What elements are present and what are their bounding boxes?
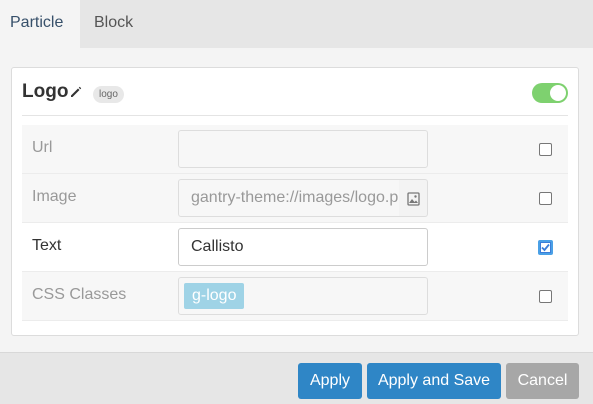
url-label: Url xyxy=(32,139,53,156)
row-css-classes: CSS Classes g-logo xyxy=(22,272,568,321)
text-label: Text xyxy=(32,237,62,254)
text-input[interactable]: Callisto xyxy=(178,228,428,266)
card-badge: logo xyxy=(93,86,124,103)
card-header: Logo logo xyxy=(12,68,578,115)
image-input[interactable]: gantry-theme://images/logo.png xyxy=(178,179,400,217)
apply-button[interactable]: Apply xyxy=(298,363,362,399)
text-checkbox[interactable] xyxy=(538,240,553,255)
header-divider xyxy=(22,115,568,116)
cancel-button[interactable]: Cancel xyxy=(506,363,579,399)
apply-and-save-button[interactable]: Apply and Save xyxy=(367,363,501,399)
checkmark-icon xyxy=(541,243,550,252)
particle-card: Logo logo Url Image gantry-theme://image… xyxy=(11,67,579,336)
footer-bar: Apply Apply and Save Cancel xyxy=(0,352,593,404)
card-title: Logo xyxy=(22,81,69,102)
css-classes-label: CSS Classes xyxy=(32,286,127,303)
css-classes-input[interactable]: g-logo xyxy=(178,277,428,315)
content-area: Logo logo Url Image gantry-theme://image… xyxy=(0,48,593,352)
image-label: Image xyxy=(32,188,77,205)
url-input[interactable] xyxy=(178,130,428,168)
row-image: Image gantry-theme://images/logo.png xyxy=(22,174,568,223)
row-url: Url xyxy=(22,125,568,174)
tab-particle[interactable]: Particle xyxy=(0,0,80,48)
toggle-knob xyxy=(550,85,566,101)
pencil-icon[interactable] xyxy=(69,85,83,99)
url-checkbox[interactable] xyxy=(539,143,552,156)
tab-bar: Particle Block xyxy=(0,0,593,48)
image-picker-button[interactable] xyxy=(399,179,428,217)
image-checkbox[interactable] xyxy=(539,192,552,205)
css-classes-checkbox[interactable] xyxy=(539,290,552,303)
tab-block[interactable]: Block xyxy=(84,0,143,48)
enabled-toggle[interactable] xyxy=(532,83,568,103)
css-class-tag[interactable]: g-logo xyxy=(184,283,245,309)
row-text: Text Callisto xyxy=(22,223,568,272)
image-icon xyxy=(407,192,420,206)
